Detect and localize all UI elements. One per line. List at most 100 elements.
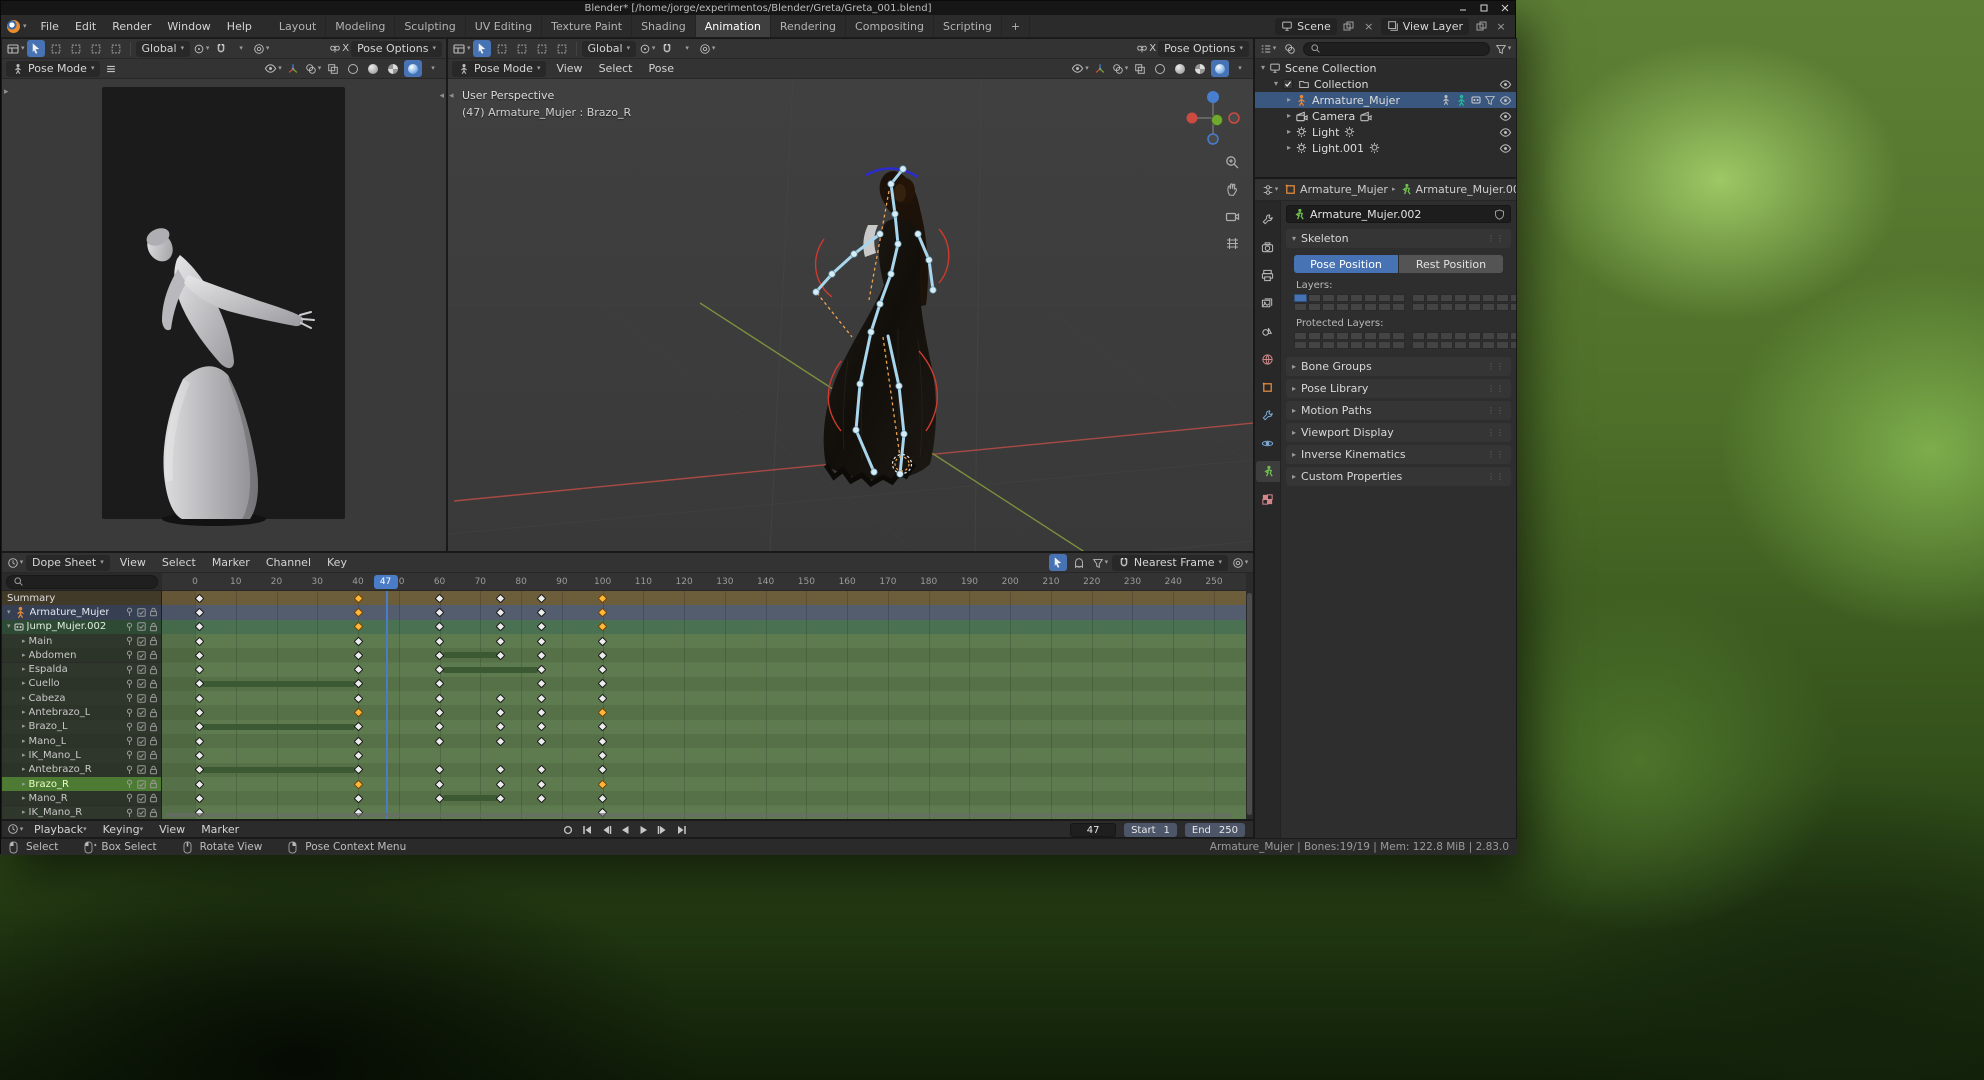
mute-checkbox-icon[interactable] [137,780,146,789]
layer-toggle[interactable] [1336,341,1349,349]
layer-toggle[interactable] [1510,341,1517,349]
xray-toggle[interactable] [324,60,342,77]
layer-toggle[interactable] [1308,294,1321,302]
channel-row-brazo-r[interactable]: ▸Brazo_R [2,777,162,791]
layer-toggle[interactable] [1364,294,1377,302]
close-icon[interactable] [1500,3,1510,13]
skeleton-panel-header[interactable]: ▾Skeleton⋮⋮ [1286,229,1511,248]
new-scene-button[interactable] [1341,18,1357,34]
channel-row-armature-mujer[interactable]: ▾Armature_Mujer [2,605,162,619]
lock-icon[interactable] [149,622,158,632]
channel-row-main[interactable]: ▸Main [2,634,162,648]
xray-toggle[interactable] [1131,60,1149,77]
mode-dropdown-right[interactable]: Pose Mode▾ [452,61,546,77]
pin-icon[interactable] [125,636,134,646]
pin-icon[interactable] [125,765,134,775]
pin-icon[interactable] [125,708,134,718]
channel-expand-arrow[interactable]: ▸ [22,723,26,730]
dope-sheet-menu-marker[interactable]: Marker [204,556,258,569]
h-scrollbar[interactable] [166,813,1232,817]
layer-toggle[interactable] [1392,332,1405,340]
properties-tab-render[interactable] [1256,237,1280,258]
select-mode-extend-button[interactable] [513,40,531,57]
shading-solid-button[interactable] [1171,60,1189,77]
shading-rendered-button[interactable] [1211,60,1229,77]
viewport-menu-view[interactable]: View [548,62,590,75]
pin-icon[interactable] [125,693,134,703]
layer-toggle[interactable] [1364,341,1377,349]
mute-checkbox-icon[interactable] [137,722,146,731]
view-layer-selector[interactable]: View Layer [1381,18,1469,35]
channel-row-cabeza[interactable]: ▸Cabeza [2,691,162,705]
panel-pose-library[interactable]: ▸Pose Library⋮⋮ [1286,379,1511,398]
filter-channels-dropdown[interactable]: ▾ [1091,554,1109,571]
menu-item-window[interactable]: Window [159,15,218,37]
outliner-row-light-001[interactable]: ▸Light.001 [1255,140,1516,156]
rest-position-button[interactable]: Rest Position [1399,255,1503,273]
show-hidden-toggle[interactable] [1070,554,1088,571]
layer-toggle[interactable] [1510,294,1517,302]
outliner-row-collection[interactable]: ▾Collection [1255,76,1516,92]
pin-icon[interactable] [125,736,134,746]
playback-menu-playback[interactable]: Playback ▾ [26,823,95,836]
play-reverse-button[interactable] [617,823,632,837]
panel-motion-paths[interactable]: ▸Motion Paths⋮⋮ [1286,401,1511,420]
properties-tab-scene[interactable] [1256,321,1280,342]
shading-material-button[interactable] [384,60,402,77]
channel-row-ik-mano-r[interactable]: ▸IK_Mano_R [2,806,162,820]
channel-expand-arrow[interactable]: ▸ [22,666,26,673]
layer-toggle[interactable] [1454,294,1467,302]
channel-expand-arrow[interactable]: ▸ [22,766,26,773]
mute-checkbox-icon[interactable] [137,622,146,631]
layer-toggle[interactable] [1496,294,1509,302]
channel-expand-arrow[interactable]: ▸ [22,738,26,745]
jump-start-button[interactable] [579,823,594,837]
workspace-tab-rendering[interactable]: Rendering [771,15,846,37]
zoom-tool-button[interactable] [1223,153,1241,171]
posed-character[interactable] [824,171,936,484]
disclosure-arrow[interactable]: ▸ [1287,128,1291,136]
toolbar-flyout-arrow[interactable]: ▸ [4,87,9,97]
channel-row-brazo-l[interactable]: ▸Brazo_L [2,720,162,734]
channel-expand-arrow[interactable]: ▸ [22,695,26,702]
sidebar-flyout-arrow[interactable]: ◂ [439,91,444,101]
active-tool-button[interactable] [473,40,491,57]
layer-toggle[interactable] [1412,341,1425,349]
shading-wireframe-button[interactable] [344,60,362,77]
camera-view-button[interactable] [1223,207,1241,225]
next-keyframe-button[interactable] [655,823,670,837]
channel-expand-arrow[interactable]: ▸ [22,652,26,659]
layer-toggle[interactable] [1454,332,1467,340]
unlink-scene-button[interactable]: × [1361,18,1377,34]
editor-type-button[interactable]: ▾ [6,821,24,838]
channel-expand-arrow[interactable]: ▸ [22,781,26,788]
select-mode-intersect-button[interactable] [553,40,571,57]
editor-type-button[interactable]: ▾ [1261,181,1279,198]
mirror-x-toggle-left[interactable]: X [329,40,349,57]
channel-row-antebrazo-r[interactable]: ▸Antebrazo_R [2,763,162,777]
pin-icon[interactable] [125,650,134,660]
gizmos-toggle[interactable] [284,60,302,77]
layer-toggle[interactable] [1412,332,1425,340]
channel-row-mano-r[interactable]: ▸Mano_R [2,791,162,805]
dope-sheet-menu-select[interactable]: Select [154,556,204,569]
editor-type-button[interactable]: ▾ [6,40,25,57]
layer-toggle[interactable] [1468,303,1481,311]
shading-dropdown[interactable]: ▾ [424,60,442,77]
lock-icon[interactable] [149,708,158,718]
layer-toggle[interactable] [1322,303,1335,311]
dope-sheet-menu-view[interactable]: View [112,556,154,569]
layer-toggle[interactable] [1322,341,1335,349]
lock-icon[interactable] [149,679,158,689]
autokey-toggle[interactable] [560,823,575,837]
pivot-dropdown[interactable]: ▾ [638,40,656,57]
pose-options-dropdown-right[interactable]: Pose Options▾ [1158,41,1249,57]
prev-keyframe-button[interactable] [598,823,613,837]
properties-tab-object-data[interactable] [1256,461,1280,482]
select-mode-new-button[interactable] [47,40,65,57]
pin-icon[interactable] [125,665,134,675]
layer-toggle[interactable] [1294,341,1307,349]
layer-toggle[interactable] [1350,332,1363,340]
proportional-editing-dropdown[interactable]: ▾ [252,40,270,57]
mute-checkbox-icon[interactable] [137,794,146,803]
